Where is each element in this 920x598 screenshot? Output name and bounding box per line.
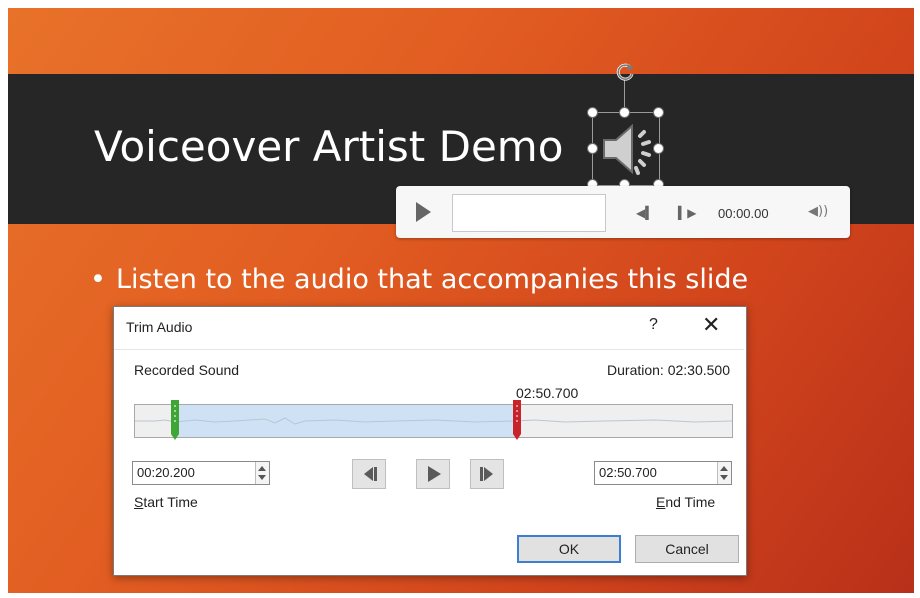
play-icon <box>428 466 441 482</box>
previous-frame-button[interactable] <box>352 459 386 489</box>
player-time: 00:00.00 <box>718 206 769 221</box>
end-time-label: End Time <box>656 494 716 510</box>
waveform-track[interactable] <box>134 400 733 440</box>
end-time-spinner[interactable] <box>717 462 731 484</box>
start-time-spinner[interactable] <box>255 462 269 484</box>
next-frame-button[interactable] <box>470 459 504 489</box>
cancel-button[interactable]: Cancel <box>635 535 739 563</box>
end-marker-icon[interactable] <box>511 400 523 444</box>
bullet-marker: • <box>90 264 106 295</box>
play-icon[interactable] <box>416 202 431 222</box>
player-progress-track[interactable] <box>452 194 606 232</box>
play-button[interactable] <box>416 459 450 489</box>
bullet-text: Listen to the audio that accompanies thi… <box>115 264 749 295</box>
title-divider <box>114 349 744 350</box>
step-forward-icon[interactable]: ▍▶ <box>678 206 696 220</box>
resize-handle-t[interactable] <box>619 107 630 118</box>
end-time-input[interactable]: 02:50.700 <box>594 461 732 485</box>
start-time-input[interactable]: 00:20.200 <box>132 461 270 485</box>
step-back-icon[interactable]: ◀▍ <box>636 206 654 220</box>
next-frame-icon <box>480 467 493 481</box>
waveform <box>135 417 732 425</box>
ok-button[interactable]: OK <box>517 535 621 563</box>
start-time-value: 00:20.200 <box>137 465 195 480</box>
rotate-handle-icon[interactable] <box>614 62 636 84</box>
end-time-value: 02:50.700 <box>599 465 657 480</box>
volume-icon[interactable]: ◀)) <box>808 204 828 219</box>
dialog-title: Trim Audio <box>126 319 193 335</box>
duration-label: Duration: 02:30.500 <box>607 362 730 378</box>
close-button[interactable]: ✕ <box>702 312 720 338</box>
end-marker-time-label: 02:50.700 <box>516 385 579 401</box>
audio-player: ◀▍ ▍▶ 00:00.00 ◀)) <box>396 186 850 238</box>
resize-handle-l[interactable] <box>587 143 598 154</box>
speaker-icon[interactable] <box>596 116 658 182</box>
slide-title[interactable]: Voiceover Artist Demo <box>94 122 563 171</box>
resize-handle-tr[interactable] <box>653 107 664 118</box>
previous-frame-icon <box>364 467 377 481</box>
start-time-label: Start Time <box>134 494 198 510</box>
trim-audio-dialog: Trim Audio ? ✕ Recorded Sound Duration: … <box>113 306 747 576</box>
sound-name: Recorded Sound <box>134 362 240 378</box>
slide-bullet[interactable]: • Listen to the audio that accompanies th… <box>90 264 748 295</box>
resize-handle-r[interactable] <box>653 143 664 154</box>
start-marker-icon[interactable] <box>169 400 181 444</box>
resize-handle-tl[interactable] <box>587 107 598 118</box>
help-button[interactable]: ? <box>649 316 658 334</box>
